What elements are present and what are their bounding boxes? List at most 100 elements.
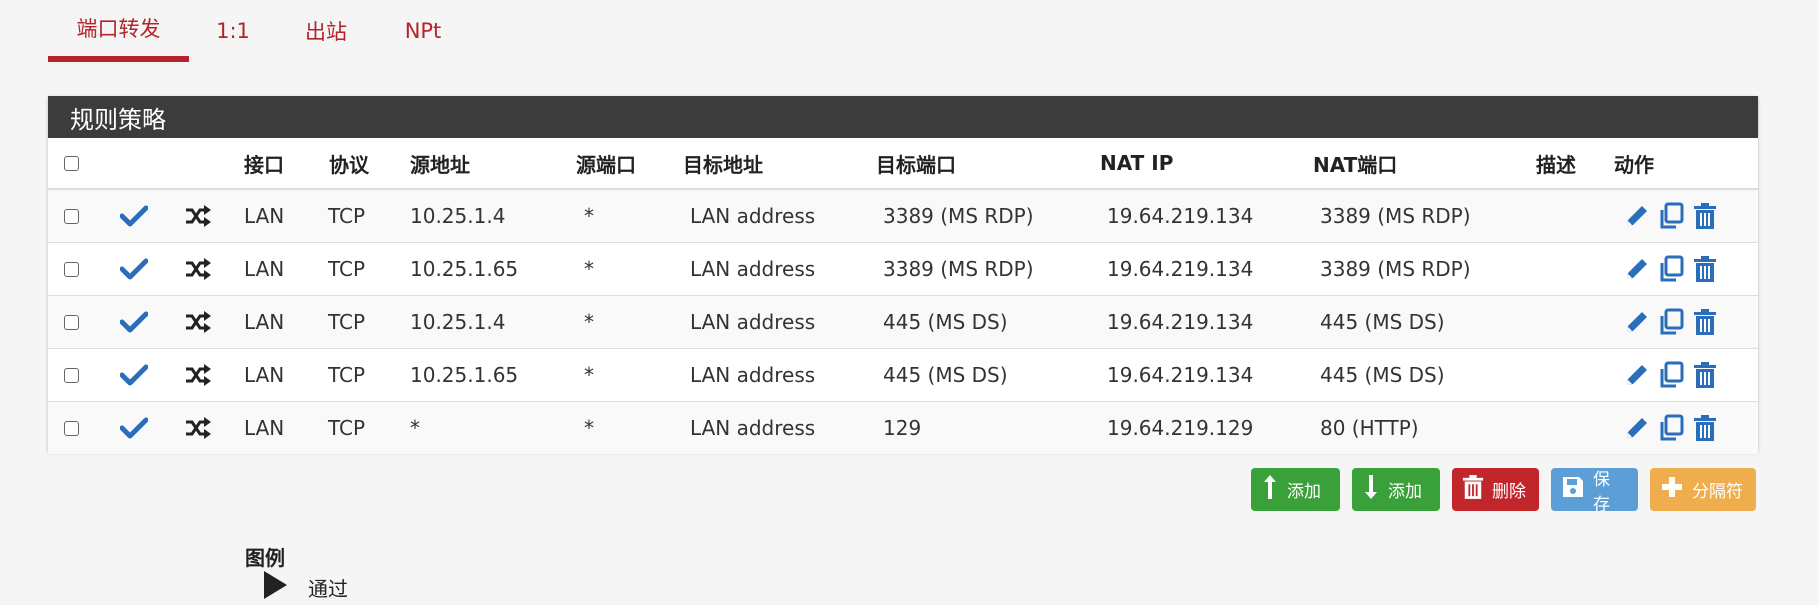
- col-interface: 接口: [244, 152, 284, 177]
- pencil-icon[interactable]: [1622, 360, 1652, 390]
- copy-icon[interactable]: [1656, 201, 1686, 231]
- cell-source-address: *: [410, 416, 420, 440]
- cell-protocol: TCP: [328, 363, 366, 387]
- cell-nat-ip: 19.64.219.134: [1107, 363, 1254, 387]
- pencil-icon[interactable]: [1622, 201, 1652, 231]
- pencil-icon[interactable]: [1622, 307, 1652, 337]
- cell-interface: LAN: [244, 257, 285, 281]
- col-dest-port: 目标端口: [876, 152, 956, 177]
- save-label: 保存: [1593, 469, 1610, 515]
- separator-button[interactable]: 分隔符: [1650, 468, 1756, 511]
- check-icon: [120, 190, 150, 242]
- tab-port-forward[interactable]: 端口转发: [48, 0, 189, 62]
- cell-nat-ip: 19.64.219.134: [1107, 310, 1254, 334]
- cell-source-port: *: [584, 416, 594, 440]
- trash-icon[interactable]: [1690, 307, 1720, 337]
- cell-interface: LAN: [244, 363, 285, 387]
- cell-nat-port: 80 (HTTP): [1320, 416, 1419, 440]
- row-checkbox[interactable]: [64, 208, 79, 224]
- col-nat-port: NAT端口: [1313, 152, 1398, 177]
- separator-label: 分隔符: [1692, 482, 1743, 502]
- cell-dest-address: LAN address: [690, 310, 816, 334]
- cell-interface: LAN: [244, 416, 285, 440]
- pencil-icon[interactable]: [1622, 413, 1652, 443]
- copy-icon[interactable]: [1656, 360, 1686, 390]
- trash-icon[interactable]: [1690, 254, 1720, 284]
- trash-icon[interactable]: [1690, 201, 1720, 231]
- cell-source-port: *: [584, 310, 594, 334]
- cell-nat-ip: 19.64.219.134: [1107, 204, 1254, 228]
- nat-tabs: 端口转发 1:1 出站 NPt: [48, 0, 471, 66]
- tab-outbound[interactable]: 出站: [277, 0, 375, 62]
- cell-protocol: TCP: [328, 204, 366, 228]
- table-row[interactable]: LAN TCP 10.25.1.65 * LAN address 3389 (M…: [48, 243, 1758, 296]
- trash-icon[interactable]: [1690, 413, 1720, 443]
- tab-one-to-one[interactable]: 1:1: [189, 0, 277, 62]
- table-header: 接口 协议 源地址 源端口 目标地址 目标端口 NAT IP NAT端口 描述 …: [48, 138, 1758, 190]
- shuffle-icon: [184, 243, 216, 295]
- cell-nat-port: 3389 (MS RDP): [1320, 257, 1471, 281]
- row-checkbox[interactable]: [64, 367, 79, 383]
- col-protocol: 协议: [329, 152, 369, 177]
- row-checkbox[interactable]: [64, 314, 79, 330]
- tab-npt[interactable]: NPt: [375, 0, 471, 62]
- cell-protocol: TCP: [328, 257, 366, 281]
- add-bottom-label: 添加: [1388, 482, 1422, 502]
- cell-interface: LAN: [244, 310, 285, 334]
- cell-nat-ip: 19.64.219.134: [1107, 257, 1254, 281]
- check-icon: [120, 296, 150, 348]
- cell-nat-ip: 19.64.219.129: [1107, 416, 1254, 440]
- cell-dest-port: 445 (MS DS): [883, 310, 1008, 334]
- cell-source-address: 10.25.1.4: [410, 310, 506, 334]
- cell-dest-address: LAN address: [690, 416, 816, 440]
- arrow-down-icon: [1362, 473, 1380, 506]
- cell-dest-port: 3389 (MS RDP): [883, 204, 1034, 228]
- rules-panel: 规则策略 接口 协议 源地址 源端口 目标地址 目标端口 NAT IP NAT端…: [48, 96, 1758, 454]
- cell-source-port: *: [584, 257, 594, 281]
- row-checkbox[interactable]: [64, 420, 79, 436]
- table-row[interactable]: LAN TCP 10.25.1.4 * LAN address 3389 (MS…: [48, 190, 1758, 243]
- copy-icon[interactable]: [1656, 254, 1686, 284]
- select-all-checkbox[interactable]: [64, 155, 79, 171]
- copy-icon[interactable]: [1656, 307, 1686, 337]
- trash-icon[interactable]: [1690, 360, 1720, 390]
- copy-icon[interactable]: [1656, 413, 1686, 443]
- col-source-port: 源端口: [576, 152, 636, 177]
- check-icon: [120, 243, 150, 295]
- col-description: 描述: [1536, 152, 1576, 177]
- check-icon: [120, 349, 150, 401]
- row-checkbox[interactable]: [64, 261, 79, 277]
- col-nat-ip: NAT IP: [1100, 151, 1174, 175]
- add-bottom-button[interactable]: 添加: [1352, 468, 1440, 511]
- save-button[interactable]: 保存: [1551, 468, 1638, 515]
- cell-dest-address: LAN address: [690, 204, 816, 228]
- delete-button[interactable]: 删除: [1452, 468, 1539, 511]
- cell-source-address: 10.25.1.65: [410, 257, 519, 281]
- col-dest-address: 目标地址: [683, 152, 763, 177]
- cell-source-port: *: [584, 204, 594, 228]
- cell-nat-port: 3389 (MS RDP): [1320, 204, 1471, 228]
- table-row[interactable]: LAN TCP 10.25.1.4 * LAN address 445 (MS …: [48, 296, 1758, 349]
- table-row[interactable]: LAN TCP * * LAN address 129 19.64.219.12…: [48, 402, 1758, 454]
- cell-source-address: 10.25.1.65: [410, 363, 519, 387]
- cell-nat-port: 445 (MS DS): [1320, 363, 1445, 387]
- check-icon: [120, 402, 150, 454]
- table-body: LAN TCP 10.25.1.4 * LAN address 3389 (MS…: [48, 190, 1758, 454]
- panel-title: 规则策略: [48, 96, 1758, 138]
- add-top-button[interactable]: 添加: [1251, 468, 1340, 511]
- cell-interface: LAN: [244, 204, 285, 228]
- cell-protocol: TCP: [328, 416, 366, 440]
- cell-dest-port: 445 (MS DS): [883, 363, 1008, 387]
- shuffle-icon: [184, 402, 216, 454]
- shuffle-icon: [184, 190, 216, 242]
- shuffle-icon: [184, 349, 216, 401]
- arrow-up-icon: [1261, 473, 1279, 506]
- table-row[interactable]: LAN TCP 10.25.1.65 * LAN address 445 (MS…: [48, 349, 1758, 402]
- pencil-icon[interactable]: [1622, 254, 1652, 284]
- plus-icon: [1660, 475, 1684, 504]
- cell-source-port: *: [584, 363, 594, 387]
- cell-nat-port: 445 (MS DS): [1320, 310, 1445, 334]
- cell-protocol: TCP: [328, 310, 366, 334]
- trash-icon: [1462, 474, 1484, 505]
- cell-dest-port: 3389 (MS RDP): [883, 257, 1034, 281]
